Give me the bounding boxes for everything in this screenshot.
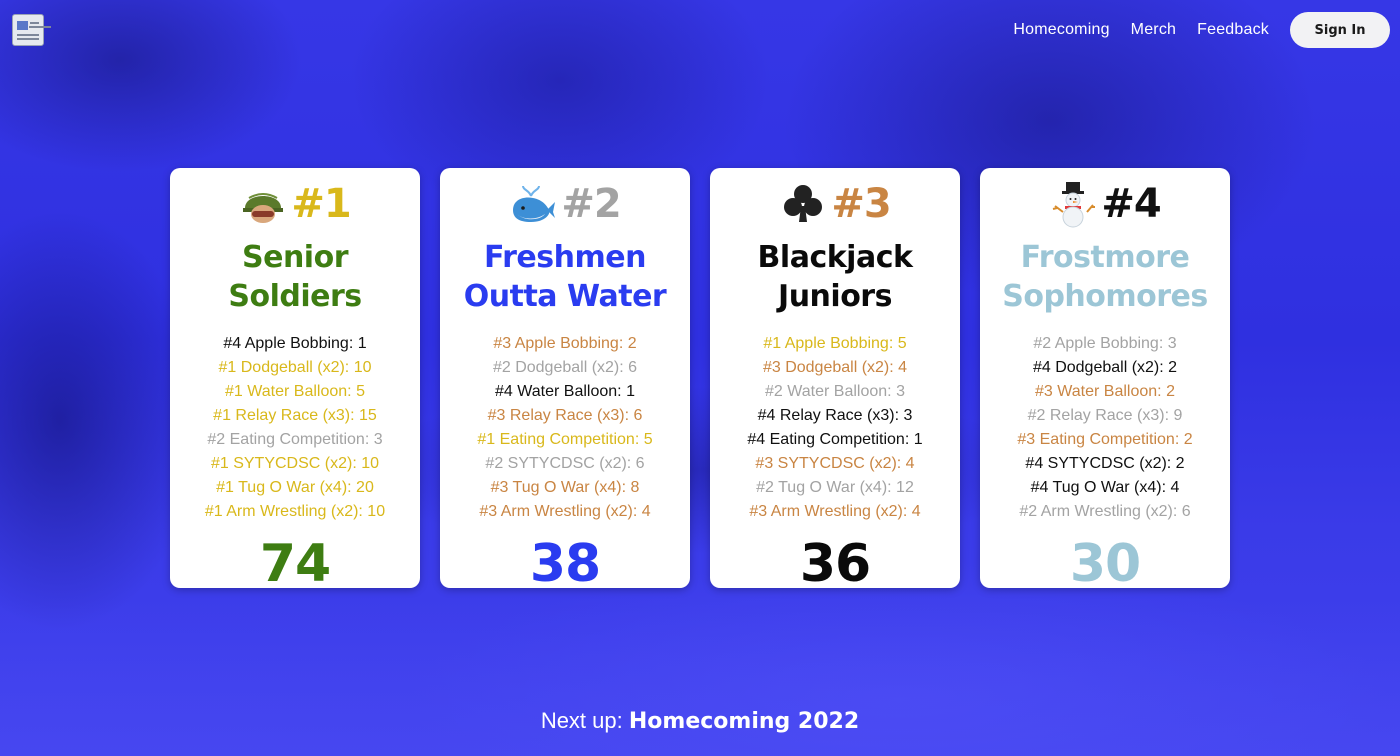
team-card-blackjack-juniors: #3 Blackjack Juniors #1 Apple Bobbing: 5…	[710, 168, 960, 594]
next-up-event[interactable]: Homecoming 2022	[629, 709, 859, 734]
team-card-freshmen-outta-water: #2 Freshmen Outta Water #3 Apple Bobbing…	[440, 168, 690, 594]
club-suit-icon	[779, 180, 827, 228]
event-result: #3 Apple Bobbing: 2	[493, 335, 637, 352]
event-result: #3 Arm Wrestling (x2): 4	[749, 503, 921, 520]
nav-link-homecoming[interactable]: Homecoming	[1013, 21, 1109, 39]
event-result: #3 Tug O War (x4): 8	[490, 479, 640, 496]
rank-row: #2	[509, 180, 622, 228]
event-result: #2 Dodgeball (x2): 6	[492, 359, 638, 376]
newspaper-logo-icon[interactable]	[12, 14, 44, 46]
event-result: #4 Eating Competition: 1	[747, 431, 923, 448]
team-card-senior-soldiers: #1 Senior Soldiers #4 Apple Bobbing: 1 #…	[170, 168, 420, 594]
event-result: #4 Apple Bobbing: 1	[223, 335, 367, 352]
event-results: #3 Apple Bobbing: 2 #2 Dodgeball (x2): 6…	[477, 332, 652, 524]
rank-row: #4	[1049, 180, 1162, 228]
event-result: #1 Water Balloon: 5	[225, 383, 365, 400]
event-result: #3 Water Balloon: 2	[1035, 383, 1175, 400]
event-result: #4 Dodgeball (x2): 2	[1032, 359, 1178, 376]
next-up-label: Next up:	[540, 708, 623, 733]
whale-icon	[509, 180, 557, 228]
team-name-line2: Outta Water	[463, 279, 667, 314]
team-name-line1: Freshmen	[484, 240, 646, 275]
team-rank: #3	[831, 181, 891, 227]
team-total-score: 74	[259, 534, 331, 594]
event-results: #2 Apple Bobbing: 3 #4 Dodgeball (x2): 2…	[1017, 332, 1192, 524]
next-up-banner: Next up: Homecoming 2022	[0, 708, 1400, 734]
event-result: #2 Tug O War (x4): 12	[756, 479, 914, 496]
team-total-score: 38	[529, 534, 601, 594]
event-result: #3 Dodgeball (x2): 4	[762, 359, 908, 376]
military-helmet-icon	[239, 180, 287, 228]
event-results: #1 Apple Bobbing: 5 #3 Dodgeball (x2): 4…	[747, 332, 922, 524]
event-result: #2 Eating Competition: 3	[207, 431, 383, 448]
team-name-line2: Soldiers	[228, 279, 362, 314]
event-result: #4 Relay Race (x3): 3	[757, 407, 913, 424]
event-result: #2 Water Balloon: 3	[765, 383, 905, 400]
event-result: #4 SYTYCDSC (x2): 2	[1025, 455, 1185, 472]
team-name: Frostmore Sophomores	[1002, 238, 1208, 316]
team-card-frostmore-sophomores: #4 Frostmore Sophomores #2 Apple Bobbing…	[980, 168, 1230, 594]
event-result: #2 Apple Bobbing: 3	[1033, 335, 1177, 352]
nav-link-feedback[interactable]: Feedback	[1197, 21, 1269, 39]
event-result: #1 SYTYCDSC (x2): 10	[210, 455, 380, 472]
team-name: Freshmen Outta Water	[463, 238, 667, 316]
nav-link-merch[interactable]: Merch	[1131, 21, 1176, 39]
event-result: #1 Tug O War (x4): 20	[216, 479, 374, 496]
event-result: #2 Relay Race (x3): 9	[1027, 407, 1183, 424]
team-total-score: 36	[799, 534, 871, 594]
leaderboard: #1 Senior Soldiers #4 Apple Bobbing: 1 #…	[170, 168, 1230, 594]
event-results: #4 Apple Bobbing: 1 #1 Dodgeball (x2): 1…	[205, 332, 385, 524]
event-result: #4 Tug O War (x4): 4	[1030, 479, 1180, 496]
event-result: #1 Dodgeball (x2): 10	[218, 359, 372, 376]
event-result: #1 Apple Bobbing: 5	[763, 335, 907, 352]
snowman-icon	[1049, 180, 1097, 228]
event-result: #2 SYTYCDSC (x2): 6	[485, 455, 645, 472]
event-result: #1 Eating Competition: 5	[477, 431, 653, 448]
team-name: Blackjack Juniors	[758, 238, 913, 316]
event-result: #3 Arm Wrestling (x2): 4	[479, 503, 651, 520]
event-result: #4 Water Balloon: 1	[495, 383, 635, 400]
event-result: #1 Arm Wrestling (x2): 10	[204, 503, 386, 520]
team-total-score: 30	[1069, 534, 1141, 594]
event-result: #3 Eating Competition: 2	[1017, 431, 1193, 448]
team-name: Senior Soldiers	[228, 238, 362, 316]
team-name-line1: Senior	[241, 240, 349, 275]
top-nav: Homecoming Merch Feedback Sign In	[1013, 12, 1390, 48]
event-result: #2 Arm Wrestling (x2): 6	[1019, 503, 1191, 520]
team-name-line1: Blackjack	[757, 240, 913, 275]
rank-row: #3	[779, 180, 892, 228]
rank-row: #1	[239, 180, 352, 228]
event-result: #3 Relay Race (x3): 6	[487, 407, 643, 424]
team-rank: #1	[291, 181, 351, 227]
event-result: #3 SYTYCDSC (x2): 4	[755, 455, 915, 472]
team-name-line1: Frostmore	[1020, 240, 1190, 275]
team-name-line2: Juniors	[778, 279, 892, 314]
event-result: #1 Relay Race (x3): 15	[213, 407, 377, 424]
sign-in-button[interactable]: Sign In	[1290, 12, 1390, 48]
team-rank: #2	[561, 181, 621, 227]
team-name-line2: Sophomores	[1002, 279, 1208, 314]
team-rank: #4	[1101, 181, 1161, 227]
